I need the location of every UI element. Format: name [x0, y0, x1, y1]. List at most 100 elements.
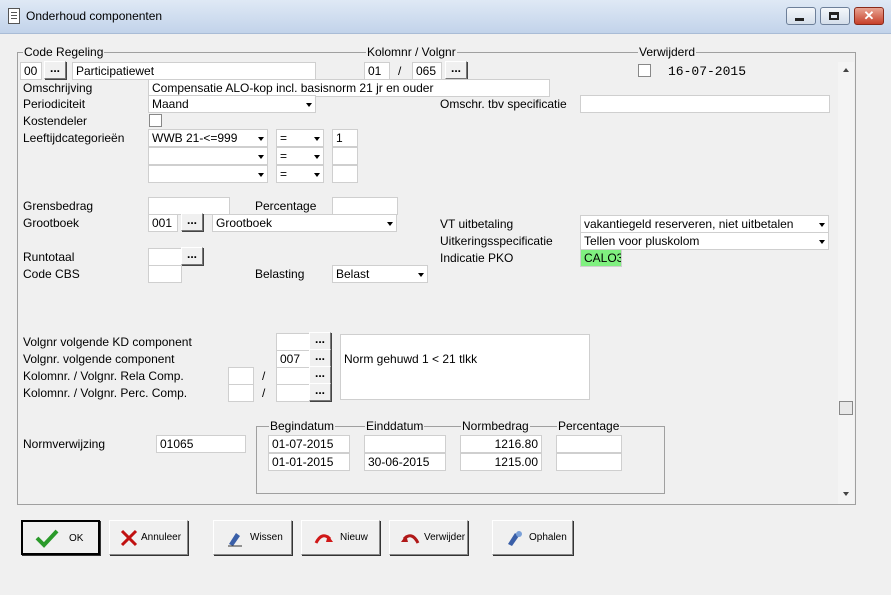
verwijderd-label: Verwijderd	[638, 45, 697, 59]
belasting-select[interactable]: Belast	[332, 265, 428, 283]
leeftijd-op-select-2[interactable]: =	[276, 147, 324, 165]
window-title: Onderhoud componenten	[26, 9, 163, 23]
chevron-down-icon	[258, 137, 264, 141]
ophalen-button[interactable]: Ophalen	[492, 520, 573, 555]
scrollbar-thumb[interactable]	[839, 401, 853, 415]
grootboek-select[interactable]: Grootboek	[212, 214, 397, 232]
kolomnr-slash: /	[398, 64, 402, 78]
wissen-button[interactable]: Wissen	[213, 520, 292, 555]
col-percentage: Percentage	[557, 419, 621, 433]
eraser-icon	[228, 533, 242, 547]
code-cbs-label: Code CBS	[23, 267, 80, 281]
percentage-input[interactable]	[332, 197, 398, 215]
indicatie-pko-input[interactable]: CALO3	[580, 249, 622, 267]
rela-kolom-input[interactable]	[228, 367, 254, 385]
kolomnr-volgnr-label: Kolomnr / Volgnr	[366, 45, 457, 59]
uitkeringsspecificatie-select[interactable]: Tellen voor pluskolom	[580, 232, 829, 250]
volgnr-comp-lookup-button[interactable]: ...	[309, 349, 331, 367]
volgnr-kd-input[interactable]	[276, 333, 310, 351]
omschr-tbv-label: Omschr. tbv specificatie	[440, 97, 567, 111]
norm-row1-begindatum[interactable]: 01-07-2015	[268, 435, 350, 453]
leeftijd-cat-select-1[interactable]: WWB 21-<=999	[148, 129, 268, 147]
minimize-icon	[795, 18, 804, 21]
volgnr-lookup-button[interactable]: ...	[445, 61, 467, 79]
perc-volg-input[interactable]	[276, 384, 310, 402]
leeftijd-op-value-2: =	[280, 149, 288, 163]
annuleer-button[interactable]: Annuleer	[109, 520, 188, 555]
kolomnr-perc-label: Kolomnr. / Volgnr. Perc. Comp.	[23, 386, 188, 400]
runtotaal-lookup-button[interactable]: ...	[181, 247, 203, 265]
kolomnr-input[interactable]: 01	[364, 62, 390, 80]
maximize-button[interactable]	[820, 7, 850, 25]
col-begindatum: Begindatum	[269, 419, 336, 433]
document-icon	[8, 8, 20, 24]
leeftijd-op-select-3[interactable]: =	[276, 165, 324, 183]
norm-row2-begindatum[interactable]: 01-01-2015	[268, 453, 350, 471]
belasting-value: Belast	[336, 267, 370, 281]
volgnr-input[interactable]: 065	[412, 62, 442, 80]
leeftijd-op-select-1[interactable]: =	[276, 129, 324, 147]
leeftijd-op-value-1: =	[280, 131, 288, 145]
omschrijving-label: Omschrijving	[23, 81, 93, 95]
volgnr-kd-lookup-button[interactable]: ...	[309, 332, 331, 350]
scroll-up-arrow-icon	[843, 68, 849, 72]
leeftijdcategorieen-label: Leeftijdcategorieën	[23, 131, 125, 145]
norm-row1-normbedrag[interactable]: 1216.80	[460, 435, 542, 453]
col-einddatum: Einddatum	[365, 419, 425, 433]
ok-label: OK	[69, 533, 84, 544]
chevron-down-icon	[387, 222, 393, 226]
rela-lookup-button[interactable]: ...	[309, 366, 331, 384]
omschr-tbv-input[interactable]	[580, 95, 830, 113]
code-regeling-lookup-button[interactable]: ...	[44, 61, 66, 79]
regeling-name-field: Participatiewet	[72, 62, 316, 80]
scroll-down-arrow-icon	[843, 492, 849, 496]
norm-row2-einddatum[interactable]: 30-06-2015	[364, 453, 446, 471]
ok-button[interactable]: OK	[21, 520, 100, 555]
volgnr-comp-label: Volgnr. volgende component	[23, 352, 175, 366]
leeftijd-val-input-1[interactable]: 1	[332, 129, 358, 147]
norm-row2-normbedrag[interactable]: 1215.00	[460, 453, 542, 471]
rela-slash: /	[262, 369, 266, 383]
nieuw-button[interactable]: Nieuw	[301, 520, 380, 555]
grootboek-code-input[interactable]: 001	[148, 214, 178, 232]
leeftijd-cat-select-3[interactable]	[148, 165, 268, 183]
volgnr-comp-input[interactable]: 007	[276, 350, 310, 368]
perc-slash: /	[262, 386, 266, 400]
annuleer-label: Annuleer	[141, 532, 182, 543]
volgnr-kd-label: Volgnr volgende KD component	[23, 335, 192, 349]
kostendeler-checkbox[interactable]	[149, 114, 162, 127]
perc-kolom-input[interactable]	[228, 384, 254, 402]
vt-uitbetaling-label: VT uitbetaling	[440, 217, 514, 231]
belasting-label: Belasting	[255, 267, 305, 281]
leeftijd-val-input-3[interactable]	[332, 165, 358, 183]
new-arrow-icon	[314, 534, 333, 544]
uitkeringsspecificatie-value: Tellen voor pluskolom	[584, 234, 700, 248]
undo-arrow-icon	[401, 534, 420, 544]
norm-row1-percentage[interactable]	[556, 435, 622, 453]
runtotaal-input[interactable]	[148, 248, 182, 266]
leeftijd-cat-select-2[interactable]	[148, 147, 268, 165]
verwijderd-checkbox[interactable]	[638, 64, 651, 77]
vertical-scrollbar[interactable]	[838, 62, 854, 504]
norm-row2-percentage[interactable]	[556, 453, 622, 471]
vt-uitbetaling-select[interactable]: vakantiegeld reserveren, niet uitbetalen	[580, 215, 829, 233]
code-cbs-input[interactable]	[148, 265, 182, 283]
verwijder-button[interactable]: Verwijder	[389, 520, 468, 555]
leeftijd-val-input-2[interactable]	[332, 147, 358, 165]
minimize-button[interactable]	[786, 7, 816, 25]
rela-volg-input[interactable]	[276, 367, 310, 385]
chevron-down-icon	[314, 173, 320, 177]
code-regeling-input[interactable]: 00	[20, 62, 42, 80]
perc-lookup-button[interactable]: ...	[309, 383, 331, 401]
grootboek-lookup-button[interactable]: ...	[181, 213, 203, 231]
norm-description: Norm gehuwd 1 < 21 tlkk	[340, 334, 590, 400]
chevron-down-icon	[258, 173, 264, 177]
normverwijzing-input[interactable]: 01065	[156, 435, 246, 453]
chevron-down-icon	[314, 137, 320, 141]
cancel-x-icon	[120, 529, 138, 547]
periodiciteit-select[interactable]: Maand	[148, 95, 316, 113]
norm-row1-einddatum[interactable]	[364, 435, 446, 453]
close-button[interactable]: ✕	[854, 7, 884, 25]
uitkeringsspecificatie-label: Uitkeringsspecificatie	[440, 234, 553, 248]
grensbedrag-label: Grensbedrag	[23, 199, 94, 213]
